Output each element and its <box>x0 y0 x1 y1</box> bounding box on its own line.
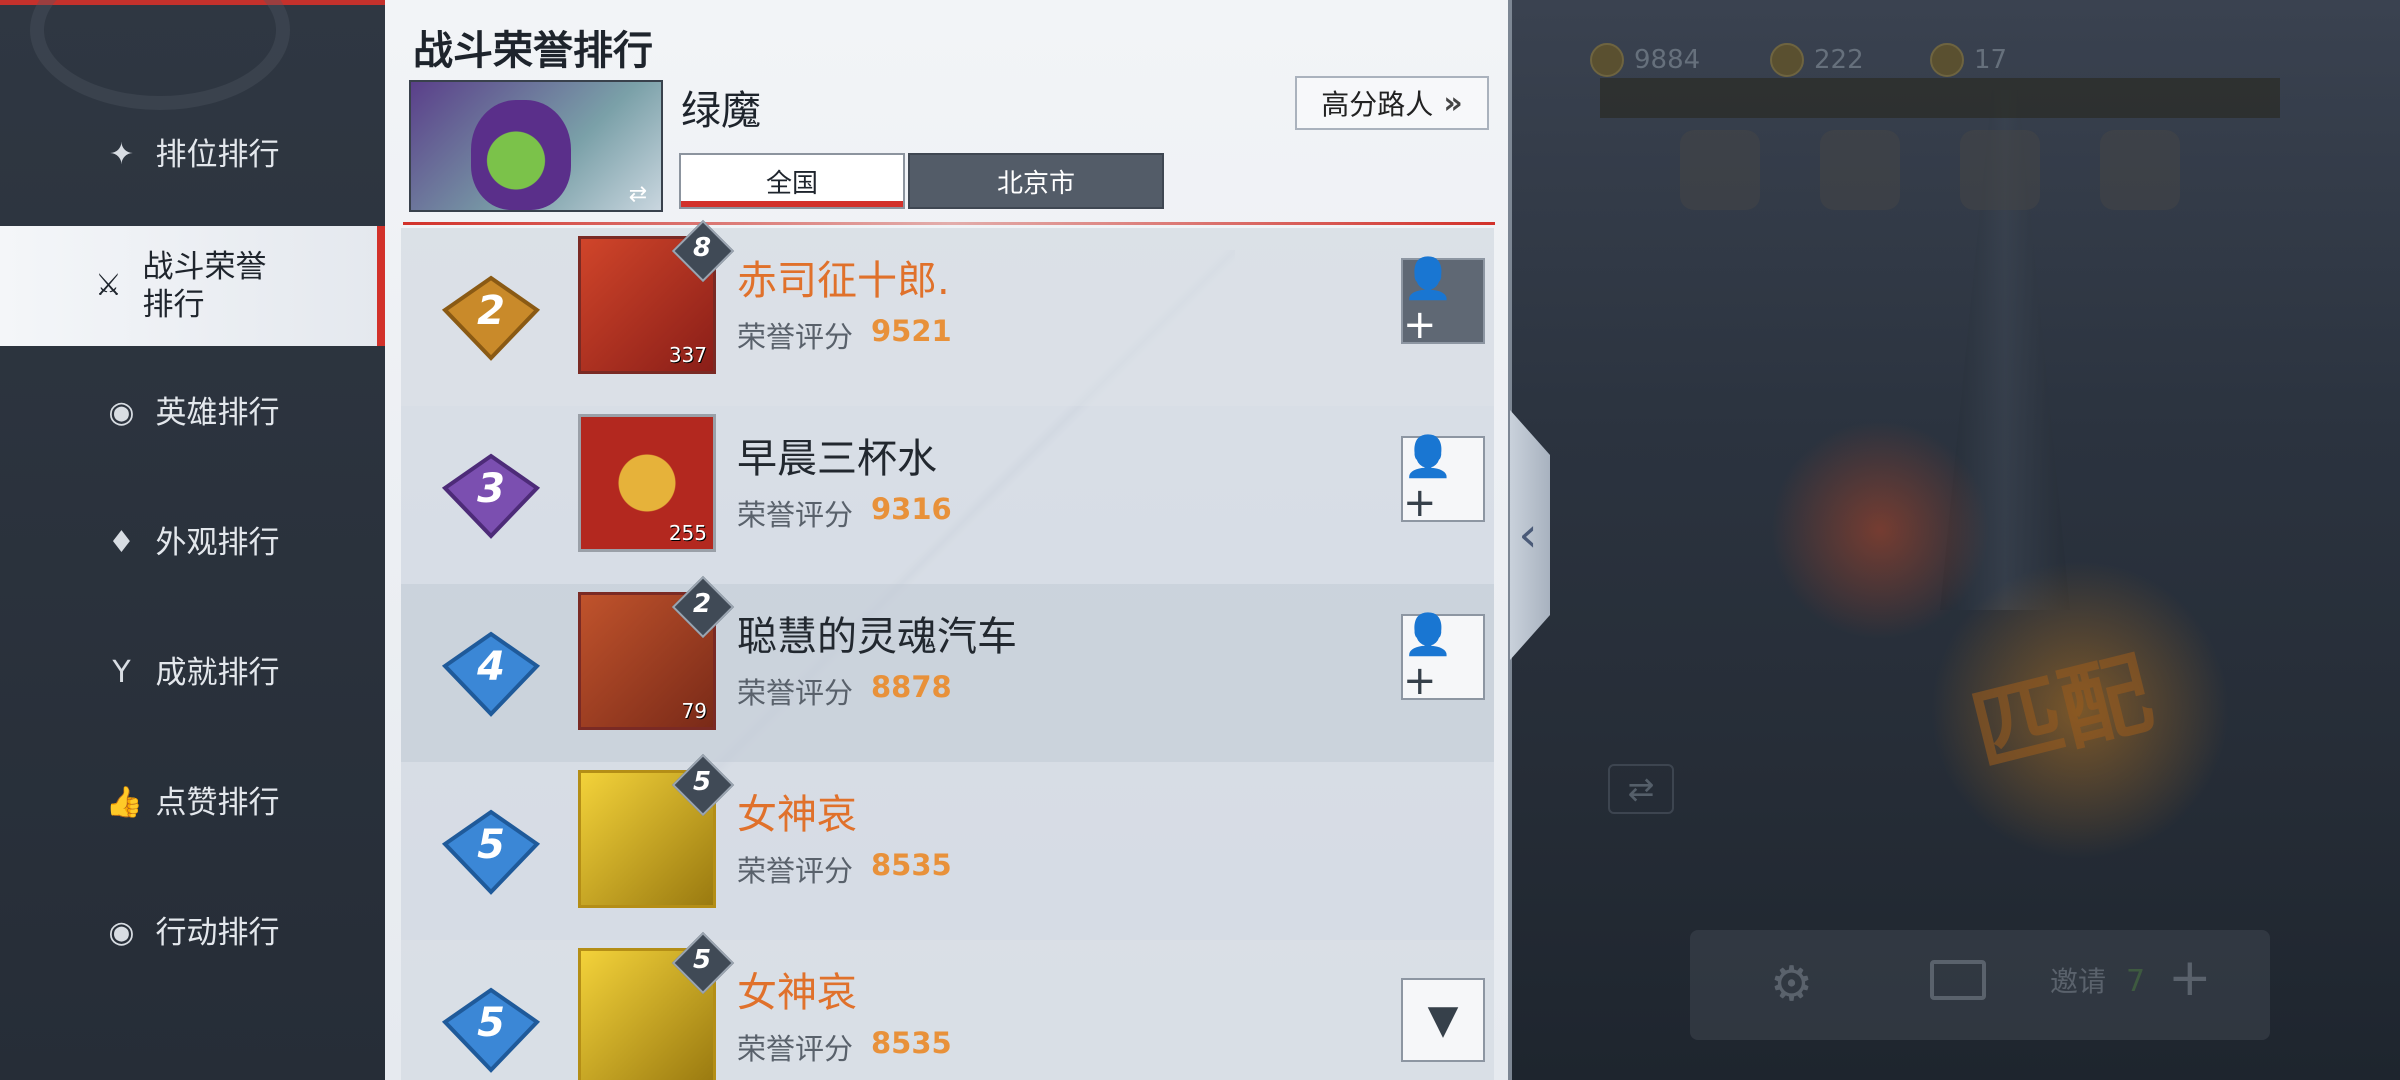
hero-mask-icon: ◉ <box>108 395 135 430</box>
add-friend-button[interactable]: 👤+ <box>1401 256 1485 348</box>
player-avatar[interactable]: 8 337 <box>578 219 735 374</box>
tab-active-underline <box>681 201 903 207</box>
page-title: 战斗荣誉排行 <box>413 28 653 74</box>
hero-name: 绿魔 <box>681 88 761 134</box>
ranking-row[interactable]: 2 8 337 赤司征十郎. 荣誉评分 9521 👤+ <box>401 219 1494 406</box>
ranking-row-self[interactable]: 5 5 女神哀 荣誉评分 8535 ▼ <box>401 931 1494 1080</box>
resource-bar: 9884 222 17 <box>1590 40 2310 80</box>
score-label: 荣誉评分 <box>737 320 854 354</box>
score-value: 8535 <box>871 848 952 882</box>
invite-label: 邀请 <box>2050 965 2107 998</box>
plus-icon: + <box>2168 948 2212 1008</box>
player-avatar[interactable]: 5 <box>578 931 735 1080</box>
sidebar-item-achievement[interactable]: Y 成就排行 <box>0 618 385 728</box>
achievement-icon: Y <box>112 655 131 690</box>
gold-coin-icon <box>1590 43 1624 77</box>
ranking-panel: 战斗荣誉排行 ⇄ 绿魔 高分路人 » 全国 北京市 2 8 337 赤司征十郎.… <box>385 0 1510 1080</box>
costume-icon: ♦ <box>108 525 135 560</box>
sidebar-item-rank[interactable]: ✦ 排位排行 <box>0 100 385 210</box>
rank-badge: 4 <box>441 630 541 718</box>
score-label: 荣誉评分 <box>737 498 854 532</box>
tab-city[interactable]: 北京市 <box>908 153 1164 209</box>
player-name: 女神哀 <box>737 970 857 1016</box>
player-name: 女神哀 <box>737 792 857 838</box>
gem-resource: 17 <box>1930 40 2007 80</box>
rank-tier-button[interactable]: ▼ <box>1401 978 1485 1062</box>
add-friend-icon: 👤+ <box>1403 433 1453 526</box>
chevron-left-icon: ‹ <box>1518 507 1538 563</box>
lobby-bottom-bar: ⚙ 邀请 7 + <box>1690 930 2270 1040</box>
add-friend-button[interactable]: 👤+ <box>1401 434 1485 526</box>
hero-face <box>471 100 571 210</box>
player-avatar[interactable]: 255 <box>578 414 716 552</box>
rank-badge: 5 <box>441 986 541 1074</box>
energy-resource: 222 <box>1770 40 1864 80</box>
score-label: 荣誉评分 <box>737 854 854 888</box>
star-burst-icon: ✦ <box>108 137 135 172</box>
shop-icon-row <box>1680 130 2180 210</box>
shop-icon-1 <box>1680 130 1760 210</box>
sidebar-item-appearance[interactable]: ♦ 外观排行 <box>0 488 385 598</box>
rank-badge: 2 <box>441 274 541 362</box>
shop-icon-3 <box>1960 130 2040 210</box>
shop-icon-2 <box>1820 130 1900 210</box>
active-indicator <box>377 226 385 346</box>
action-icon: ◉ <box>108 915 135 950</box>
sidebar-item-action[interactable]: ◉ 行动排行 <box>0 878 385 988</box>
ranking-row[interactable]: 3 255 早晨三杯水 荣誉评分 9316 👤+ <box>401 406 1494 584</box>
player-name: 赤司征十郎. <box>737 258 950 304</box>
add-friend-icon: 👤+ <box>1403 611 1453 704</box>
notice-banner <box>1600 78 2280 118</box>
ranking-row[interactable]: 5 5 女神哀 荣誉评分 8535 <box>401 753 1494 940</box>
ranking-emblem <box>30 0 290 110</box>
sidebar-item-battle-honor[interactable]: ⚔ 战斗荣誉排行 <box>0 226 385 346</box>
invite-count: 7 <box>2126 964 2146 999</box>
energy-icon <box>1770 43 1804 77</box>
score-label: 荣誉评分 <box>737 1032 854 1066</box>
score-value: 9521 <box>871 314 952 348</box>
add-friend-button[interactable]: 👤+ <box>1401 612 1485 704</box>
gold-resource: 9884 <box>1590 40 1700 80</box>
thumbs-up-icon: 👍 <box>105 785 143 820</box>
header-divider <box>403 222 1495 225</box>
rank-badge: 3 <box>441 452 541 540</box>
tab-national[interactable]: 全国 <box>679 153 905 209</box>
sidebar-item-likes[interactable]: 👍 点赞排行 <box>0 748 385 858</box>
shop-icon-4 <box>2100 130 2180 210</box>
event-orb <box>1770 420 1990 640</box>
player-avatar[interactable]: 5 <box>578 753 735 908</box>
player-name: 早晨三杯水 <box>737 436 937 482</box>
ranking-sidebar: ✦ 排位排行 ⚔ 战斗荣誉排行 ◉ 英雄排行 ♦ 外观排行 Y 成就排行 👍 点… <box>0 0 385 1080</box>
score-value: 9316 <box>871 492 952 526</box>
player-name: 聪慧的灵魂汽车 <box>737 614 1017 660</box>
score-label: 荣誉评分 <box>737 676 854 710</box>
hero-portrait[interactable]: ⇄ <box>409 80 663 212</box>
score-value: 8878 <box>871 670 952 704</box>
swap-icon: ⇄ <box>1608 764 1674 814</box>
high-score-strangers-button[interactable]: 高分路人 » <box>1295 76 1489 130</box>
gear-icon: ⚙ <box>1770 956 1814 1012</box>
gem-icon <box>1930 43 1964 77</box>
rank-tier-icon: ▼ <box>1427 997 1459 1043</box>
mail-icon <box>1930 960 1986 1000</box>
swap-hero-icon[interactable]: ⇄ <box>621 182 655 207</box>
player-avatar[interactable]: 2 79 <box>578 575 735 730</box>
ranking-row[interactable]: 4 2 79 聪慧的灵魂汽车 荣誉评分 8878 👤+ <box>401 575 1494 762</box>
add-friend-icon: 👤+ <box>1403 255 1453 348</box>
game-lobby-background: 9884 222 17 匹配 ⇄ ⚙ 邀请 7 + <box>1510 0 2400 1080</box>
sidebar-item-hero[interactable]: ◉ 英雄排行 <box>0 358 385 468</box>
rank-badge: 5 <box>441 808 541 896</box>
crossed-swords-icon: ⚔ <box>95 268 122 303</box>
double-chevron-right-icon: » <box>1443 85 1463 121</box>
score-value: 8535 <box>871 1026 952 1060</box>
